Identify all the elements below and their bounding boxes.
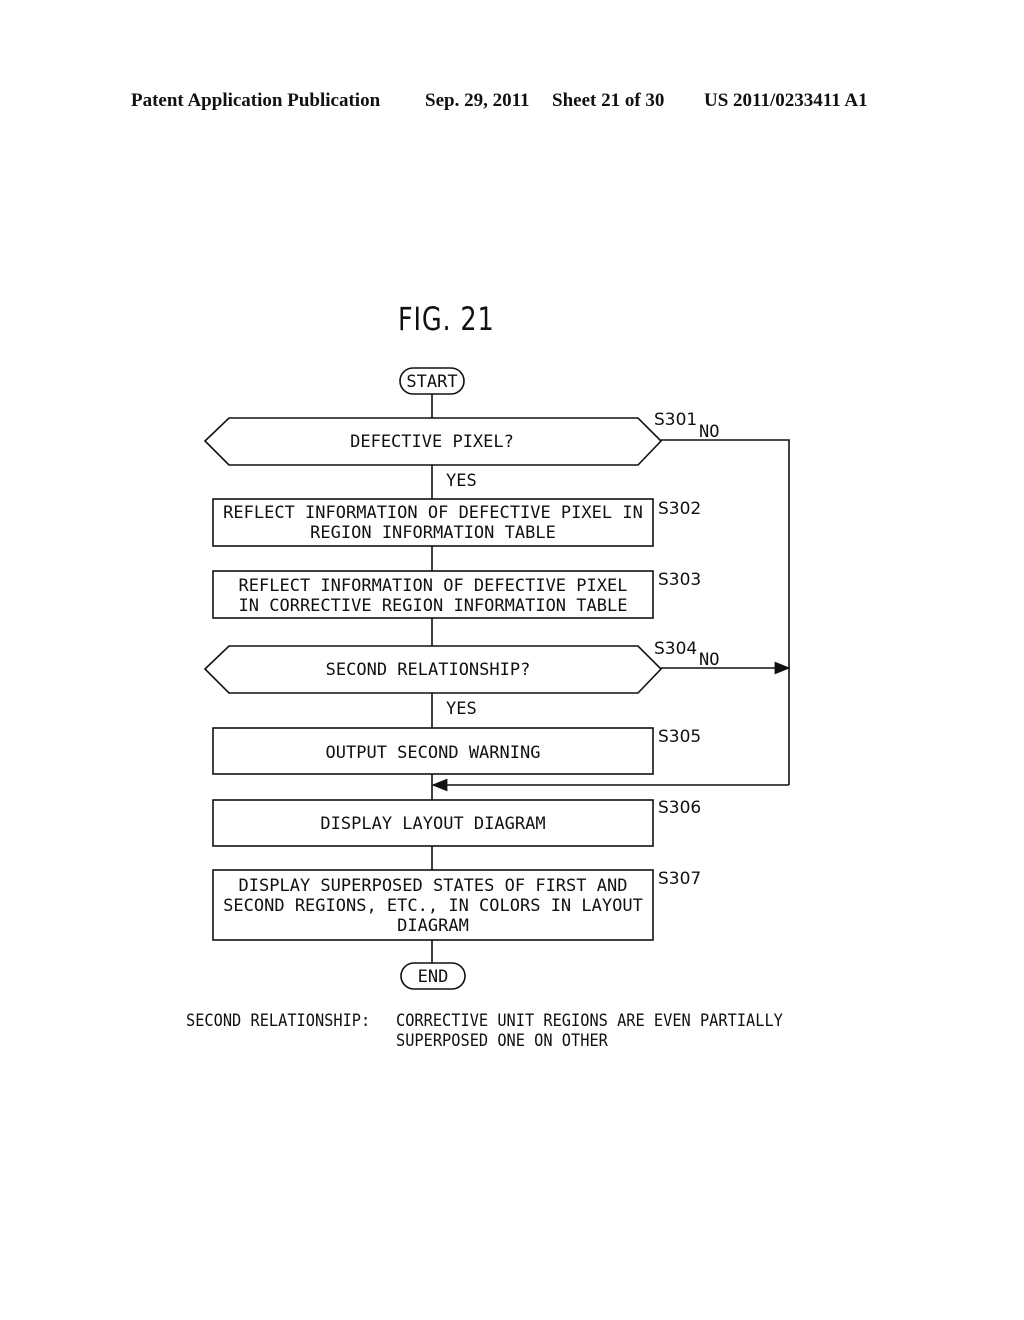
process-s305-text: OUTPUT SECOND WARNING [326, 743, 541, 763]
footnote-term: SECOND RELATIONSHIP: [186, 1011, 371, 1031]
process-s306-text: DISPLAY LAYOUT DIAGRAM [320, 814, 545, 834]
yes-label-s301: YES [446, 471, 477, 491]
no-label-s304: NO [699, 650, 719, 670]
yes-label-s304: YES [446, 699, 477, 719]
footnote-line2: SUPERPOSED ONE ON OTHER [396, 1031, 608, 1051]
step-id-s301: S301 [654, 410, 697, 430]
step-id-s302: S302 [658, 499, 701, 519]
process-s302-line1: REFLECT INFORMATION OF DEFECTIVE PIXEL I… [223, 503, 643, 523]
step-id-s303: S303 [658, 570, 701, 590]
start-label: START [406, 372, 457, 392]
process-s307-line2: SECOND REGIONS, ETC., IN COLORS IN LAYOU… [223, 896, 643, 916]
end-label: END [418, 967, 449, 987]
process-s303-line1: REFLECT INFORMATION OF DEFECTIVE PIXEL [239, 576, 628, 596]
step-id-s307: S307 [658, 869, 701, 889]
no-label-s301: NO [699, 422, 719, 442]
process-s303-line2: IN CORRECTIVE REGION INFORMATION TABLE [239, 596, 628, 616]
step-id-s304: S304 [654, 639, 697, 659]
process-s307-line3: DIAGRAM [397, 916, 469, 936]
step-id-s306: S306 [658, 798, 701, 818]
decision-s301-text: DEFECTIVE PIXEL? [350, 432, 514, 452]
step-id-s305: S305 [658, 727, 701, 747]
decision-s304-text: SECOND RELATIONSHIP? [326, 660, 531, 680]
footnote-line1: CORRECTIVE UNIT REGIONS ARE EVEN PARTIAL… [396, 1011, 783, 1031]
process-s307-line1: DISPLAY SUPERPOSED STATES OF FIRST AND [239, 876, 628, 896]
flowchart: START DEFECTIVE PIXEL? S301 NO YES REFLE… [203, 367, 791, 990]
process-s302-line2: REGION INFORMATION TABLE [310, 523, 556, 543]
